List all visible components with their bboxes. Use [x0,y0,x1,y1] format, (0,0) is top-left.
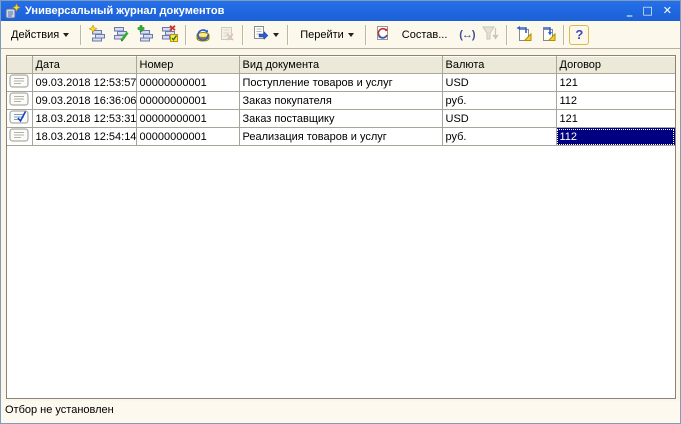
cell-doc-type[interactable]: Поступление товаров и услуг [239,74,442,92]
delete-row-button[interactable] [158,24,181,46]
titlebar: Универсальный журнал документов _ □ ✕ [1,1,680,21]
column-header-currency[interactable]: Валюта [442,57,556,74]
goto-menu-label: Перейти [300,29,344,41]
column-header-date[interactable]: Дата [32,57,136,74]
doc-status-icon [9,133,29,145]
toolbar-separator [563,25,565,45]
doc-icon-cell[interactable] [7,128,32,146]
add-row-button[interactable] [86,24,109,46]
column-width-button[interactable]: (↔) [455,24,478,46]
window-title: Универсальный журнал документов [25,5,627,17]
help-button[interactable]: ? [569,25,589,45]
table-row[interactable]: 09.03.2018 12:53:57 00000000001 Поступле… [7,74,675,92]
unpost-document-button[interactable] [215,24,238,46]
column-header-number[interactable]: Номер [136,57,239,74]
chevron-down-icon [63,33,69,37]
edit-row-button[interactable] [110,24,133,46]
actions-menu-label: Действия [11,29,59,41]
journal-table-frame: Дата Номер Вид документа Валюта Договор … [6,55,676,399]
cell-date[interactable]: 09.03.2018 12:53:57 [32,74,136,92]
cell-doc-type[interactable]: Заказ поставщику [239,110,442,128]
column-header-doc-type[interactable]: Вид документа [239,57,442,74]
table-header-row: Дата Номер Вид документа Валюта Договор [7,57,675,74]
toolbar-separator [80,25,82,45]
delete-row-icon [161,25,178,45]
journal-table-body: 09.03.2018 12:53:57 00000000001 Поступле… [7,74,675,146]
compose-button-label: Состав... [402,29,448,41]
toolbar-separator [242,25,244,45]
doc-icon-cell[interactable] [7,74,32,92]
main-area: Дата Номер Вид документа Валюта Договор … [1,49,680,401]
output-list-down-icon [539,25,556,45]
output-document-button[interactable] [248,21,283,49]
cell-currency[interactable]: USD [442,74,556,92]
output-list-down-button[interactable] [536,24,559,46]
cell-number[interactable]: 00000000001 [136,92,239,110]
actions-menu-button[interactable]: Действия [4,25,76,45]
app-window: Универсальный журнал документов _ □ ✕ Де… [0,0,681,424]
compose-button[interactable]: Состав... [395,25,455,45]
cell-contract[interactable]: 112 [556,92,675,110]
chevron-down-icon [348,33,354,37]
copy-row-icon [137,25,154,45]
post-document-icon [194,25,211,45]
cell-number[interactable]: 00000000001 [136,110,239,128]
cell-number[interactable]: 00000000001 [136,128,239,146]
toolbar: Действия [1,21,680,49]
table-row[interactable]: 09.03.2018 16:36:06 00000000001 Заказ по… [7,92,675,110]
help-icon: ? [575,27,583,42]
cell-contract[interactable]: 121 [556,110,675,128]
status-text: Отбор не установлен [5,404,114,416]
cell-currency[interactable]: руб. [442,92,556,110]
cell-currency[interactable]: USD [442,110,556,128]
filter-icon [482,25,499,45]
cell-doc-type[interactable]: Заказ покупателя [239,92,442,110]
cell-date[interactable]: 18.03.2018 12:54:14 [32,128,136,146]
table-row[interactable]: 18.03.2018 12:54:14 00000000001 Реализац… [7,128,675,146]
doc-status-icon [9,115,29,127]
chevron-down-icon [273,33,279,37]
cell-contract[interactable]: 112 [556,128,675,146]
minimize-button[interactable]: _ [627,3,633,19]
edit-row-icon [113,25,130,45]
doc-status-icon [9,79,29,91]
filter-sort-button[interactable] [479,24,502,46]
column-header-icon[interactable] [7,57,32,74]
post-document-button[interactable] [191,24,214,46]
journal-table: Дата Номер Вид документа Валюта Договор … [7,56,676,146]
toolbar-separator [287,25,289,45]
toolbar-separator [365,25,367,45]
cell-date[interactable]: 18.03.2018 12:53:31 [32,110,136,128]
goto-menu-button[interactable]: Перейти [293,25,361,45]
statusbar: Отбор не установлен [1,401,680,423]
column-header-contract[interactable]: Договор [556,57,675,74]
table-row[interactable]: 18.03.2018 12:53:31 00000000001 Заказ по… [7,110,675,128]
journal-window-icon [5,3,21,19]
toolbar-separator [185,25,187,45]
doc-status-icon [9,97,29,109]
close-button[interactable]: ✕ [663,3,672,19]
refresh-button[interactable] [371,24,394,46]
doc-icon-cell[interactable] [7,110,32,128]
column-width-icon: (↔) [459,29,474,41]
cell-currency[interactable]: руб. [442,128,556,146]
cell-number[interactable]: 00000000001 [136,74,239,92]
copy-row-button[interactable] [134,24,157,46]
unpost-document-icon [218,25,235,45]
maximize-button[interactable]: □ [642,3,652,19]
cell-date[interactable]: 09.03.2018 16:36:06 [32,92,136,110]
add-row-icon [89,25,106,45]
output-list-up-icon [515,25,532,45]
cell-doc-type[interactable]: Реализация товаров и услуг [239,128,442,146]
output-document-icon [252,25,269,45]
toolbar-separator [506,25,508,45]
cell-contract[interactable]: 121 [556,74,675,92]
output-list-up-button[interactable] [512,24,535,46]
doc-icon-cell[interactable] [7,92,32,110]
refresh-icon [374,25,391,45]
